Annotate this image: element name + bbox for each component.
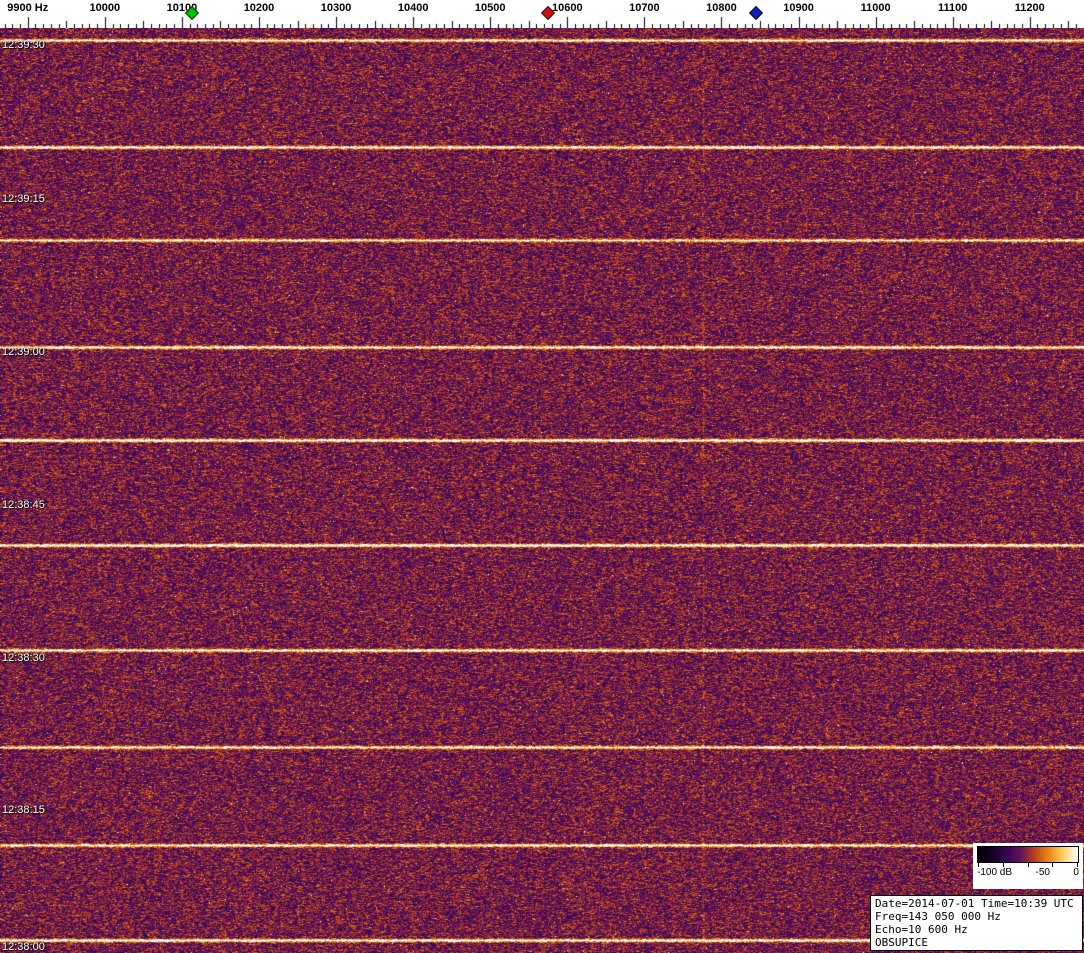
time-label: 12:39:00 [2, 346, 45, 358]
waterfall-display [0, 28, 1084, 953]
db-scale-panel: -100 dB -50 0 [973, 843, 1083, 889]
freq-label: 10600 [552, 2, 583, 14]
freq-label: 10700 [629, 2, 660, 14]
info-echo: Echo=10 600 Hz [875, 923, 968, 936]
info-station: OBSUPICE [875, 936, 928, 949]
time-label: 12:39:30 [2, 39, 45, 51]
db-min-label: -100 dB [977, 867, 1013, 878]
freq-label: 11200 [1014, 2, 1045, 14]
time-label: 12:39:15 [2, 193, 45, 205]
db-gradient-bar [977, 846, 1079, 863]
info-frequency: Freq=143 050 000 Hz [875, 910, 1001, 923]
spectrogram-window: -100 dB -50 0 Date=2014-07-01 Time=10:39… [0, 0, 1084, 953]
time-label: 12:38:15 [2, 804, 45, 816]
freq-label: 11000 [860, 2, 891, 14]
freq-label: 10800 [706, 2, 737, 14]
time-label: 12:38:30 [2, 652, 45, 664]
db-scale-labels: -100 dB -50 0 [977, 867, 1079, 878]
time-label: 12:38:00 [2, 941, 45, 953]
info-panel: Date=2014-07-01 Time=10:39 UTC Freq=143 … [870, 895, 1083, 951]
freq-label: 9900 Hz [7, 2, 49, 14]
freq-label: 10000 [89, 2, 121, 14]
time-label: 12:38:45 [2, 499, 45, 511]
freq-label: 11100 [938, 2, 968, 14]
freq-label: 10200 [243, 2, 275, 14]
freq-label: 10900 [783, 2, 814, 14]
freq-label: 10300 [320, 2, 352, 14]
freq-label: 10500 [474, 2, 506, 14]
info-date-time: Date=2014-07-01 Time=10:39 UTC [875, 897, 1074, 910]
db-max-label: 0 [1073, 867, 1079, 878]
freq-label: 10400 [397, 2, 429, 14]
db-mid-label: -50 [1035, 867, 1050, 878]
